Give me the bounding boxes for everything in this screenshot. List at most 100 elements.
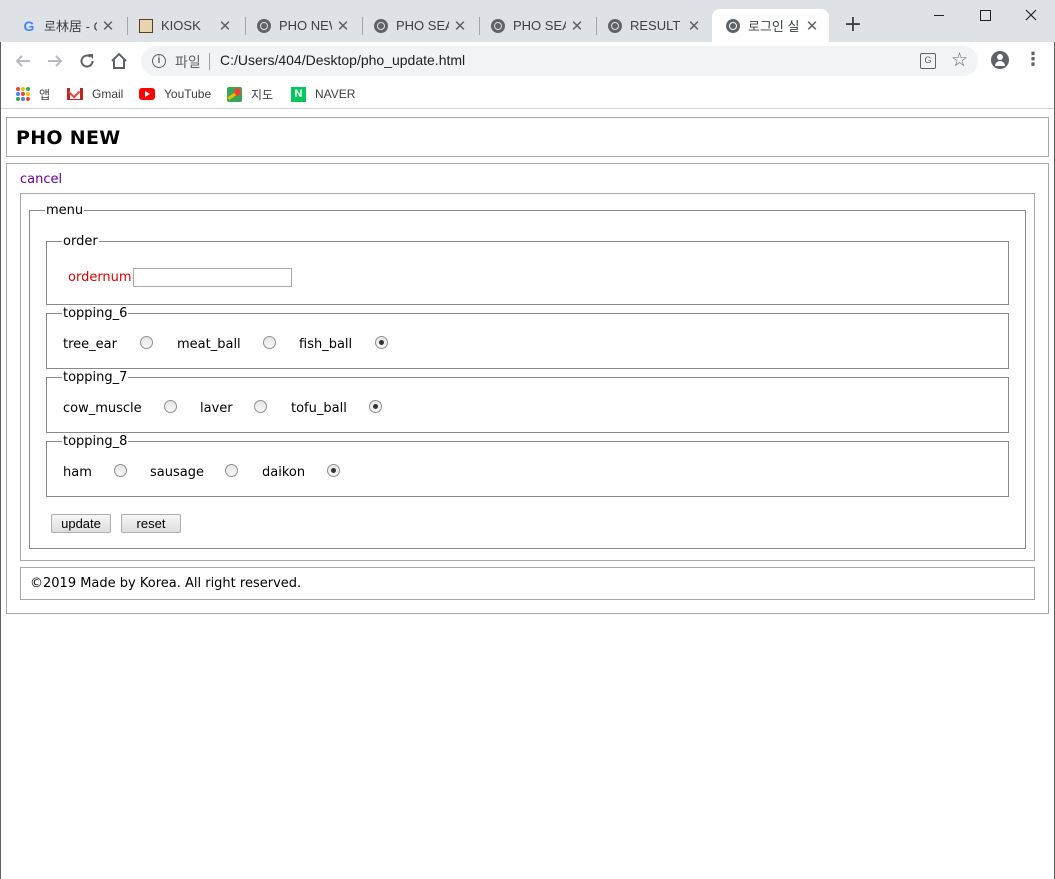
close-icon[interactable]: ✕ xyxy=(97,17,119,35)
tab-label: PHO NEW xyxy=(279,18,332,33)
page-header: PHO NEW xyxy=(6,117,1049,157)
bookmark-label: 앱 xyxy=(39,87,51,102)
legend-menu: menu xyxy=(45,203,85,218)
address-separator xyxy=(209,53,210,70)
home-button[interactable] xyxy=(107,49,131,73)
option-label-meat-ball: meat_ball xyxy=(177,337,241,352)
legend-order: order xyxy=(62,234,99,249)
close-window-icon xyxy=(1025,9,1037,21)
option-label-sausage: sausage xyxy=(150,465,204,480)
ordernum-input[interactable] xyxy=(133,268,292,287)
radio-tofu-ball[interactable] xyxy=(369,400,382,413)
radio-ham[interactable] xyxy=(114,464,127,477)
youtube-icon xyxy=(139,88,155,100)
profile-icon[interactable] xyxy=(991,51,1009,69)
legend-topping-6: topping_6 xyxy=(62,306,129,321)
window-border xyxy=(0,42,1,879)
legend-topping-7: topping_7 xyxy=(62,370,129,385)
radio-sausage[interactable] xyxy=(225,464,238,477)
address-url[interactable]: C:/Users/404/Desktop/pho_update.html xyxy=(220,52,465,68)
bookmark-label: NAVER xyxy=(315,87,356,101)
tab-label: 로林居 - Google xyxy=(44,19,97,34)
bookmark-label: Gmail xyxy=(92,87,124,101)
tab-label: RESULT xyxy=(630,18,681,33)
browser-tab-google[interactable]: G 로林居 - Google ✕ xyxy=(8,9,125,42)
legend-topping-8: topping_8 xyxy=(62,434,129,449)
update-button[interactable]: update xyxy=(51,514,111,533)
close-icon[interactable]: ✕ xyxy=(566,17,588,35)
tab-label: KIOSK xyxy=(161,18,201,33)
option-label-fish-ball: fish_ball xyxy=(299,337,353,352)
forward-button[interactable] xyxy=(43,49,67,73)
page-title: PHO NEW xyxy=(16,127,121,149)
globe-icon xyxy=(491,18,505,33)
browser-tab-pho-new[interactable]: PHO NEW ✕ xyxy=(243,9,360,42)
browser-tab-kiosk[interactable]: KIOSK ✕ xyxy=(125,9,242,42)
bookmark-youtube[interactable]: YouTube xyxy=(139,84,211,104)
option-label-cow-muscle: cow_muscle xyxy=(63,401,142,416)
fieldset-topping-7 xyxy=(46,377,1009,433)
globe-icon xyxy=(374,18,388,33)
google-icon: G xyxy=(23,17,35,34)
close-icon[interactable]: ✕ xyxy=(683,17,705,35)
back-arrow-icon xyxy=(15,55,30,67)
globe-icon xyxy=(257,18,271,33)
browser-tab-result[interactable]: RESULT ✕ xyxy=(594,9,711,42)
ordernum-label: ordernum xyxy=(68,270,132,285)
close-icon[interactable]: ✕ xyxy=(214,17,236,35)
option-label-laver: laver xyxy=(200,401,233,416)
tab-label: PHO SEARCH xyxy=(513,18,566,33)
info-icon[interactable]: i xyxy=(152,54,166,68)
bookmark-label: YouTube xyxy=(164,87,212,101)
reload-icon xyxy=(80,54,94,68)
browser-tab-pho-search[interactable]: PHO SEARCH ✕ xyxy=(360,9,477,42)
bookmark-naver[interactable]: N NAVER xyxy=(291,84,355,104)
radio-fish-ball[interactable] xyxy=(375,336,388,349)
forward-arrow-icon xyxy=(48,55,63,67)
footer-text: ©2019 Made by Korea. All right reserved. xyxy=(30,576,302,591)
bookmark-apps[interactable]: 앱 xyxy=(16,84,50,104)
gmail-icon xyxy=(67,88,83,100)
radio-laver[interactable] xyxy=(254,400,267,413)
browser-tab-pho-search-2[interactable]: PHO SEARCH ✕ xyxy=(477,9,594,42)
maps-icon xyxy=(227,86,242,102)
browser-menu-icon[interactable]: ⋮ xyxy=(1024,51,1042,69)
back-button[interactable] xyxy=(11,49,35,73)
bookmark-gmail[interactable]: Gmail xyxy=(67,84,123,104)
footer: ©2019 Made by Korea. All right reserved. xyxy=(20,567,1035,600)
tab-label: PHO SEARCH xyxy=(396,18,449,33)
option-label-tofu-ball: tofu_ball xyxy=(291,401,347,416)
browser-toolbar: i 파일 C:/Users/404/Desktop/pho_update.htm… xyxy=(0,42,1055,80)
radio-daikon[interactable] xyxy=(327,464,340,477)
globe-icon xyxy=(726,18,740,33)
naver-icon: N xyxy=(291,86,306,102)
tab-label: 로그인 실 xyxy=(748,19,800,34)
file-scheme-label: 파일 xyxy=(175,54,201,70)
apps-grid-icon xyxy=(16,87,30,101)
option-label-ham: ham xyxy=(63,465,92,480)
option-label-daikon: daikon xyxy=(262,465,306,480)
bookmark-maps[interactable]: 지도 xyxy=(227,84,273,104)
option-label-tree-ear: tree_ear xyxy=(63,337,117,352)
bookmarks-bar: 앱 Gmail YouTube 지도 N NAVER xyxy=(0,80,1055,109)
bookmark-label: 지도 xyxy=(251,87,274,102)
reset-button[interactable]: reset xyxy=(121,514,181,533)
close-icon[interactable]: ✕ xyxy=(449,17,471,35)
bookmark-star-icon[interactable]: ☆ xyxy=(951,49,968,72)
new-tab-button[interactable]: + xyxy=(841,13,865,37)
maximize-button[interactable] xyxy=(962,0,1008,30)
translate-icon[interactable]: G xyxy=(920,53,936,69)
kiosk-icon xyxy=(139,18,153,33)
radio-tree-ear[interactable] xyxy=(140,336,153,349)
minimize-button[interactable] xyxy=(916,0,962,30)
reload-button[interactable] xyxy=(75,49,99,73)
browser-tab-active[interactable]: 로그인 실 ✕ xyxy=(712,9,829,42)
close-window-button[interactable] xyxy=(1008,0,1054,30)
home-icon xyxy=(111,52,127,69)
radio-meat-ball[interactable] xyxy=(263,336,276,349)
close-icon[interactable]: ✕ xyxy=(332,17,354,35)
radio-cow-muscle[interactable] xyxy=(164,400,177,413)
address-bar[interactable]: i 파일 C:/Users/404/Desktop/pho_update.htm… xyxy=(141,46,978,76)
close-icon[interactable]: ✕ xyxy=(801,17,823,35)
cancel-link[interactable]: cancel xyxy=(20,172,62,187)
